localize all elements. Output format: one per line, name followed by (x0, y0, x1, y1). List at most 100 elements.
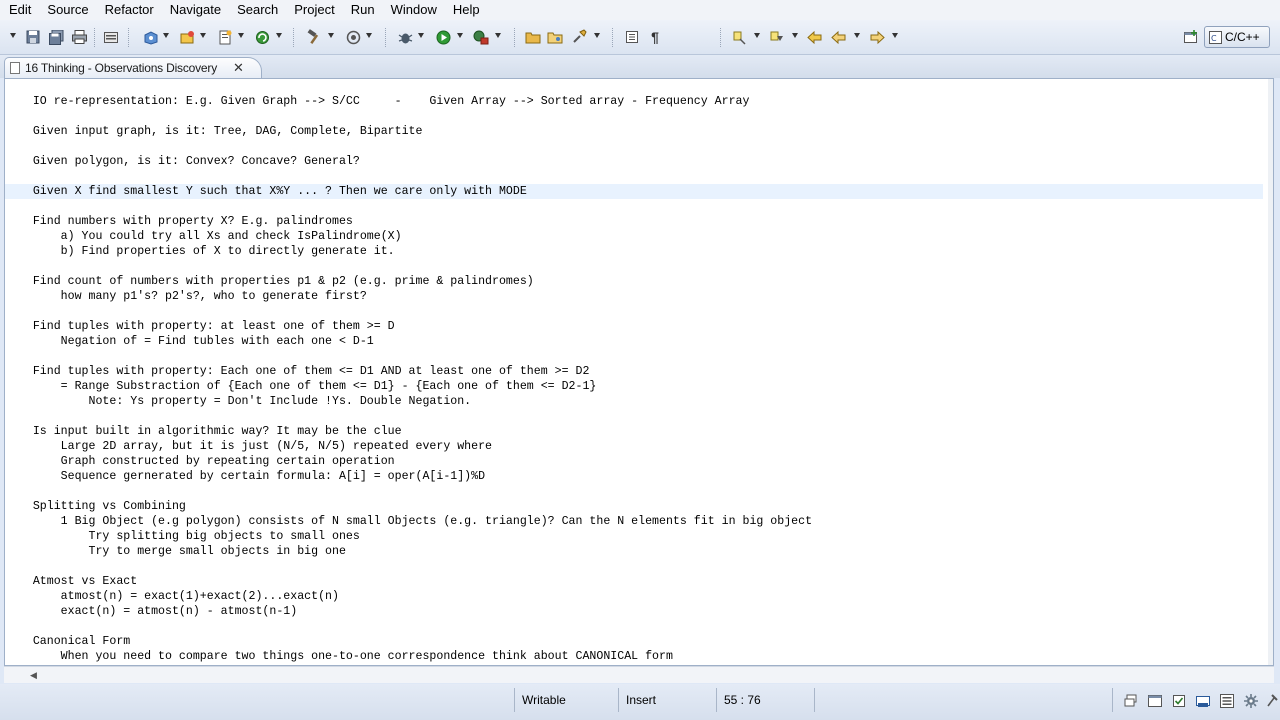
editor-line[interactable]: Try splitting big objects to small ones (5, 529, 1263, 544)
chevron-down-icon[interactable] (418, 33, 424, 38)
close-icon[interactable]: ✕ (231, 60, 246, 75)
chevron-down-icon[interactable] (594, 33, 600, 38)
chevron-down-icon[interactable] (792, 33, 798, 38)
editor-line[interactable]: Is input built in algorithmic way? It ma… (5, 424, 1263, 439)
editor-line[interactable]: Note: Ys property = Don't Include !Ys. D… (5, 394, 1263, 409)
refresh-icon[interactable] (254, 29, 270, 45)
editor-line[interactable] (5, 259, 1263, 274)
editor-line[interactable]: Find count of numbers with properties p1… (5, 274, 1263, 289)
perspective-button[interactable]: C C/C++ (1204, 26, 1270, 48)
open-type-icon[interactable] (547, 29, 563, 45)
editor-line[interactable]: IO re-representation: E.g. Given Graph -… (5, 94, 1263, 109)
search-icon[interactable] (571, 29, 587, 45)
chevron-down-icon[interactable] (495, 33, 501, 38)
editor-line[interactable]: 1 Big Object (e.g polygon) consists of N… (5, 514, 1263, 529)
editor-line[interactable] (5, 199, 1263, 214)
menu-help[interactable]: Help (444, 0, 487, 20)
save-icon[interactable] (25, 29, 41, 45)
run-icon[interactable] (435, 29, 451, 45)
editor-line[interactable] (5, 349, 1263, 364)
chevron-down-icon[interactable] (276, 33, 282, 38)
hammer-build-icon[interactable] (306, 29, 322, 45)
chevron-down-icon[interactable] (754, 33, 760, 38)
menu-source[interactable]: Source (38, 0, 95, 20)
debug-icon[interactable] (397, 29, 413, 45)
editor-tab[interactable]: 16 Thinking - Observations Discovery ✕ (4, 57, 262, 78)
editor-line[interactable]: exact(n) = atmost(n) - atmost(n-1) (5, 604, 1263, 619)
editor-line[interactable]: Find tuples with property: at least one … (5, 319, 1263, 334)
chevron-down-icon[interactable] (238, 33, 244, 38)
open-folder-icon[interactable] (525, 29, 541, 45)
editor-line[interactable] (5, 139, 1263, 154)
problems-icon[interactable] (1196, 694, 1210, 708)
editor-line[interactable]: b) Find properties of X to directly gene… (5, 244, 1263, 259)
outline-icon[interactable] (1220, 694, 1234, 708)
editor-line[interactable]: Graph constructed by repeating certain o… (5, 454, 1263, 469)
chevron-down-icon[interactable] (457, 33, 463, 38)
editor-line[interactable]: how many p1's? p2's?, who to generate fi… (5, 289, 1263, 304)
pin-icon[interactable] (1266, 694, 1280, 708)
open-perspective-icon[interactable] (1183, 29, 1199, 45)
editor-line[interactable]: Find tuples with property: Each one of t… (5, 364, 1263, 379)
menu-project[interactable]: Project (285, 0, 341, 20)
chevron-down-icon[interactable] (366, 33, 372, 38)
restore-icon[interactable] (1124, 694, 1138, 708)
back-icon[interactable] (831, 29, 847, 45)
chevron-down-icon[interactable] (892, 33, 898, 38)
save-all-icon[interactable] (48, 29, 64, 45)
last-edit-icon[interactable] (807, 29, 823, 45)
editor-line[interactable]: Atmost vs Exact (5, 574, 1263, 589)
editor-line[interactable]: Given input graph, is it: Tree, DAG, Com… (5, 124, 1263, 139)
menu-run[interactable]: Run (342, 0, 382, 20)
editor-line[interactable]: When you need to compare two things one-… (5, 649, 1263, 664)
editor-line[interactable]: Try to merge small objects in big one (5, 544, 1263, 559)
chevron-down-icon[interactable] (10, 33, 16, 38)
editor-lines[interactable]: IO re-representation: E.g. Given Graph -… (5, 79, 1263, 665)
chevron-down-icon[interactable] (163, 33, 169, 38)
editor-line[interactable] (5, 484, 1263, 499)
next-annotation-icon[interactable] (768, 29, 784, 45)
editor-line[interactable] (5, 619, 1263, 634)
console-icon[interactable] (1148, 694, 1162, 708)
editor-line[interactable]: Sequence gernerated by certain formula: … (5, 469, 1263, 484)
gear-icon[interactable] (1244, 694, 1258, 708)
editor-line[interactable]: Splitting vs Combining (5, 499, 1263, 514)
editor-line[interactable]: Large 2D array, but it is just (N/5, N/5… (5, 439, 1263, 454)
text-editor[interactable]: IO re-representation: E.g. Given Graph -… (4, 78, 1274, 666)
annotation-icon[interactable] (731, 29, 747, 45)
new-source-icon[interactable] (217, 29, 233, 45)
editor-line[interactable]: Canonical Form (5, 634, 1263, 649)
menu-edit[interactable]: Edit (0, 0, 38, 20)
vertical-scrollbar[interactable] (1268, 79, 1273, 665)
menu-navigate[interactable]: Navigate (161, 0, 228, 20)
tasks-icon[interactable] (1172, 694, 1186, 708)
editor-line[interactable] (5, 409, 1263, 424)
chevron-down-icon[interactable] (854, 33, 860, 38)
external-tools-icon[interactable] (473, 29, 489, 45)
forward-icon[interactable] (869, 29, 885, 45)
build-icon[interactable] (103, 29, 119, 45)
editor-line[interactable] (5, 559, 1263, 574)
editor-line[interactable]: atmost(n) = exact(1)+exact(2)...exact(n) (5, 589, 1263, 604)
editor-line[interactable] (5, 169, 1263, 184)
editor-line[interactable]: Negation of = Find tubles with each one … (5, 334, 1263, 349)
editor-line[interactable] (5, 109, 1263, 124)
editor-line[interactable]: a) You could try all Xs and check IsPali… (5, 229, 1263, 244)
menu-search[interactable]: Search (228, 0, 285, 20)
menu-window[interactable]: Window (382, 0, 444, 20)
new-project-icon[interactable] (142, 29, 158, 45)
horizontal-scrollbar[interactable]: ◀ (4, 666, 1274, 683)
scroll-left-icon[interactable]: ◀ (30, 670, 37, 681)
new-file-icon[interactable] (179, 29, 195, 45)
toggle-block-icon[interactable] (624, 29, 640, 45)
menu-refactor[interactable]: Refactor (96, 0, 161, 20)
show-whitespace-icon[interactable]: ¶ (647, 29, 663, 45)
editor-line[interactable]: Given polygon, is it: Convex? Concave? G… (5, 154, 1263, 169)
editor-line[interactable]: Find numbers with property X? E.g. palin… (5, 214, 1263, 229)
editor-line[interactable] (5, 304, 1263, 319)
editor-line[interactable]: = Range Substraction of {Each one of the… (5, 379, 1263, 394)
editor-current-line[interactable]: Given X find smallest Y such that X%Y ..… (5, 184, 1263, 199)
target-icon[interactable] (345, 29, 361, 45)
print-icon[interactable] (71, 29, 87, 45)
chevron-down-icon[interactable] (328, 33, 334, 38)
